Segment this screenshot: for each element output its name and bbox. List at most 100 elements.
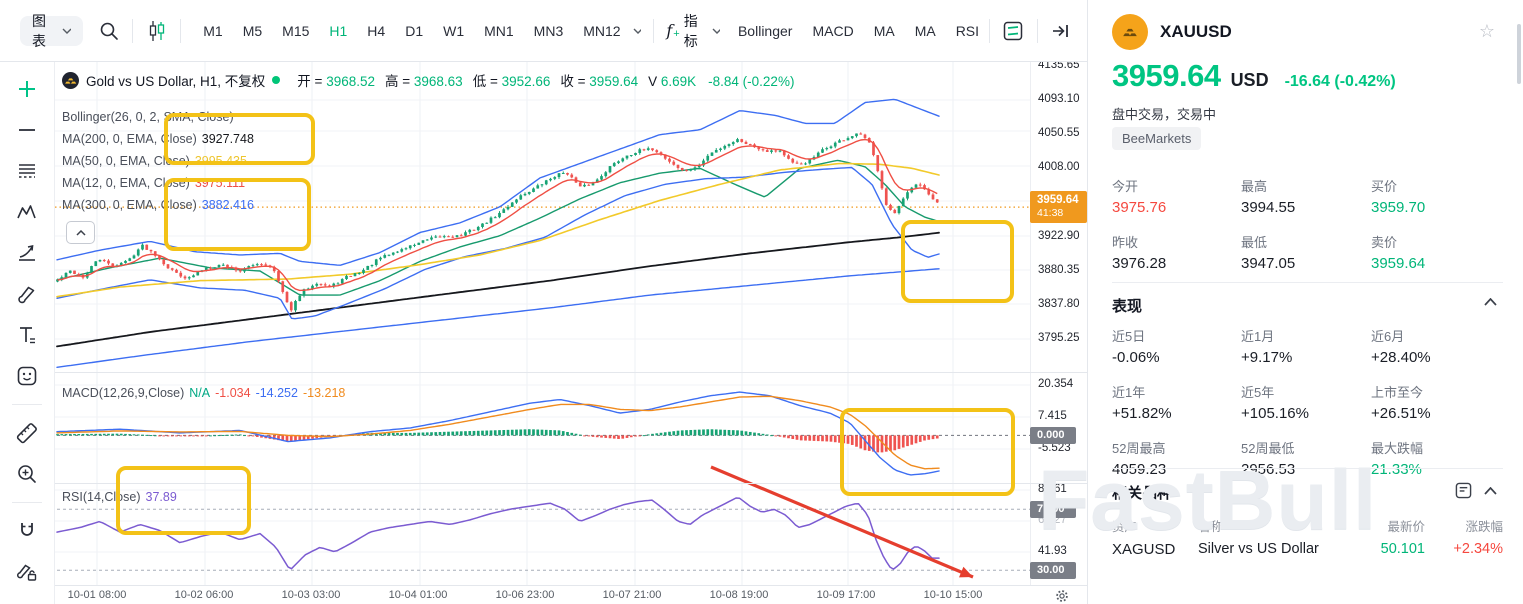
timeframe-mn12[interactable]: MN12 xyxy=(583,23,620,39)
related-header: 涨跌幅 xyxy=(1425,516,1503,535)
related-row[interactable]: XAGUSDSilver vs US Dollar50.101+2.34% xyxy=(1112,541,1503,558)
market-open-dot xyxy=(272,76,280,84)
time-tick-label: 10-09 17:00 xyxy=(817,589,876,601)
emoji-icon[interactable] xyxy=(10,359,44,393)
symbol-legend: Gold vs US Dollar, H1, 不复权 开 = 3968.52高 … xyxy=(62,70,794,90)
favorite-star-icon[interactable]: ☆ xyxy=(1479,22,1495,40)
stat-cell: 买价3959.70 xyxy=(1371,176,1503,216)
indicators-menu-button[interactable]: f + 指标 xyxy=(666,11,720,51)
stat-cell: 近5年+105.16% xyxy=(1241,382,1371,422)
indicator-button-rsi[interactable]: RSI xyxy=(956,23,979,39)
text-tool-icon[interactable] xyxy=(10,318,44,352)
timeframe-m5[interactable]: M5 xyxy=(243,23,262,39)
axis-tick-label: 82.61 xyxy=(1038,483,1067,495)
chevron-up-icon[interactable] xyxy=(1484,487,1497,495)
ruler-icon[interactable] xyxy=(10,416,44,450)
related-table-header: 资产名称最新价涨跌幅 xyxy=(1112,516,1503,535)
indicator-button-ma-2[interactable]: MA xyxy=(874,23,895,39)
timeframe-mn3[interactable]: MN3 xyxy=(534,23,564,39)
timeframe-m15[interactable]: M15 xyxy=(282,23,309,39)
stat-cell: 今开3975.76 xyxy=(1112,176,1241,216)
indicator-button-ma-3[interactable]: MA xyxy=(915,23,936,39)
search-icon[interactable] xyxy=(97,18,120,44)
related-header: 资产 xyxy=(1112,516,1198,535)
stat-cell: 近6月+28.40% xyxy=(1371,326,1503,366)
projection-arrow-icon[interactable] xyxy=(10,236,44,270)
performance-section-title: 表现 xyxy=(1112,295,1142,316)
indicator-row: MA(200, 0, EMA, Close)3927.748 xyxy=(62,132,254,146)
level-badge: 70.00 xyxy=(1030,501,1076,518)
indicators-label: 指标 xyxy=(684,11,707,51)
magnet-icon[interactable] xyxy=(10,514,44,548)
market-status-text: 盘中交易，交易中 xyxy=(1112,104,1216,123)
lock-icon[interactable] xyxy=(10,596,44,604)
currency-label: USD xyxy=(1231,70,1269,91)
time-tick-label: 10-07 21:00 xyxy=(603,589,662,601)
chart-menu-label: 图表 xyxy=(32,11,56,51)
time-tick-label: 10-01 08:00 xyxy=(68,589,127,601)
indicator-button-macd[interactable]: MACD xyxy=(812,23,853,39)
current-price-badge: 3959.6441:38 xyxy=(1030,191,1087,223)
brush-icon[interactable] xyxy=(10,277,44,311)
chevron-up-icon xyxy=(76,230,86,236)
collapse-indicators-button[interactable] xyxy=(66,221,95,244)
zoom-in-icon[interactable] xyxy=(10,457,44,491)
chevron-down-icon xyxy=(712,28,720,34)
collapse-right-icon[interactable] xyxy=(1050,18,1073,44)
time-axis[interactable]: 10-01 08:0010-02 06:0010-03 03:0010-04 0… xyxy=(55,585,1087,604)
symbol-title: XAUUSD xyxy=(1160,22,1232,42)
axis-tick-label: 4093.10 xyxy=(1038,93,1080,105)
indicator-shortcut-group: Bollinger MACD MA MA RSI xyxy=(728,23,989,39)
stat-cell: 卖价3959.64 xyxy=(1371,232,1503,272)
chart-menu-button[interactable]: 图表 xyxy=(20,16,83,46)
layout-icon[interactable] xyxy=(1002,18,1025,44)
gold-symbol-icon xyxy=(1112,14,1148,50)
brush-lock-icon[interactable] xyxy=(10,555,44,589)
timeframe-mn1[interactable]: MN1 xyxy=(484,23,514,39)
drawing-toolbar xyxy=(0,62,55,604)
candlestick-icon[interactable] xyxy=(145,18,168,44)
indicator-row: MA(300, 0, EMA, Close)3882.416 xyxy=(62,198,254,212)
stat-cell: 52周最低2956.53 xyxy=(1241,438,1371,478)
trend-line-icon[interactable] xyxy=(10,113,44,147)
related-header: 名称 xyxy=(1198,516,1339,535)
broker-badge[interactable]: BeeMarkets xyxy=(1112,127,1201,150)
time-tick-label: 10-10 15:00 xyxy=(924,589,983,601)
stat-cell: 上市至今+26.51% xyxy=(1371,382,1503,422)
last-price: 3959.64 xyxy=(1112,58,1221,94)
level-badge: 30.00 xyxy=(1030,562,1076,579)
timeframe-chevron-down-icon[interactable] xyxy=(633,28,642,34)
stat-cell: 52周最高4059.23 xyxy=(1112,438,1241,478)
indicator-fx-icon: f xyxy=(666,21,672,40)
time-tick-label: 10-04 01:00 xyxy=(389,589,448,601)
timeframe-m1[interactable]: M1 xyxy=(203,23,222,39)
indicator-row: MA(12, 0, EMA, Close)3975.111 xyxy=(62,176,245,190)
panel-scrollbar[interactable] xyxy=(1517,24,1521,84)
list-view-icon[interactable] xyxy=(1455,482,1472,499)
timeframe-h1[interactable]: H1 xyxy=(329,23,347,39)
chevron-up-icon[interactable] xyxy=(1484,298,1497,306)
pattern-icon[interactable] xyxy=(10,195,44,229)
indicator-button-bollinger[interactable]: Bollinger xyxy=(738,23,792,39)
fib-lines-icon[interactable] xyxy=(10,154,44,188)
stat-cell: 近1年+51.82% xyxy=(1112,382,1241,422)
axis-tick-label: 4050.55 xyxy=(1038,127,1080,139)
performance-grid: 近5日-0.06%近1月+9.17%近6月+28.40%近1年+51.82%近5… xyxy=(1112,326,1503,478)
timeframe-h4[interactable]: H4 xyxy=(367,23,385,39)
chart-settings-gear-icon[interactable] xyxy=(1055,589,1069,604)
timeframe-w1[interactable]: W1 xyxy=(443,23,464,39)
time-tick-label: 10-06 23:00 xyxy=(496,589,555,601)
crosshair-plus-icon[interactable] xyxy=(10,72,44,106)
axis-tick-label: 7.415 xyxy=(1038,410,1067,422)
related-section-title: 相关品种 xyxy=(1112,482,1172,503)
gold-symbol-icon xyxy=(62,72,79,89)
symbol-legend-text: Gold vs US Dollar, H1, 不复权 xyxy=(86,70,265,90)
price-change: -16.64 (-0.42%) xyxy=(1285,73,1396,91)
rsi-legend: RSI(14,Close)37.89 xyxy=(62,490,177,504)
chevron-down-icon xyxy=(62,28,71,34)
axis-tick-label: 3922.90 xyxy=(1038,230,1080,242)
indicator-row: Bollinger(26, 0, 2, SMA, Close) xyxy=(62,110,234,124)
timeframe-d1[interactable]: D1 xyxy=(405,23,423,39)
stat-cell: 最高3994.55 xyxy=(1241,176,1371,216)
instrument-info-panel: XAUUSD ☆ 3959.64 USD -16.64 (-0.42%) 盘中交… xyxy=(1087,0,1523,604)
